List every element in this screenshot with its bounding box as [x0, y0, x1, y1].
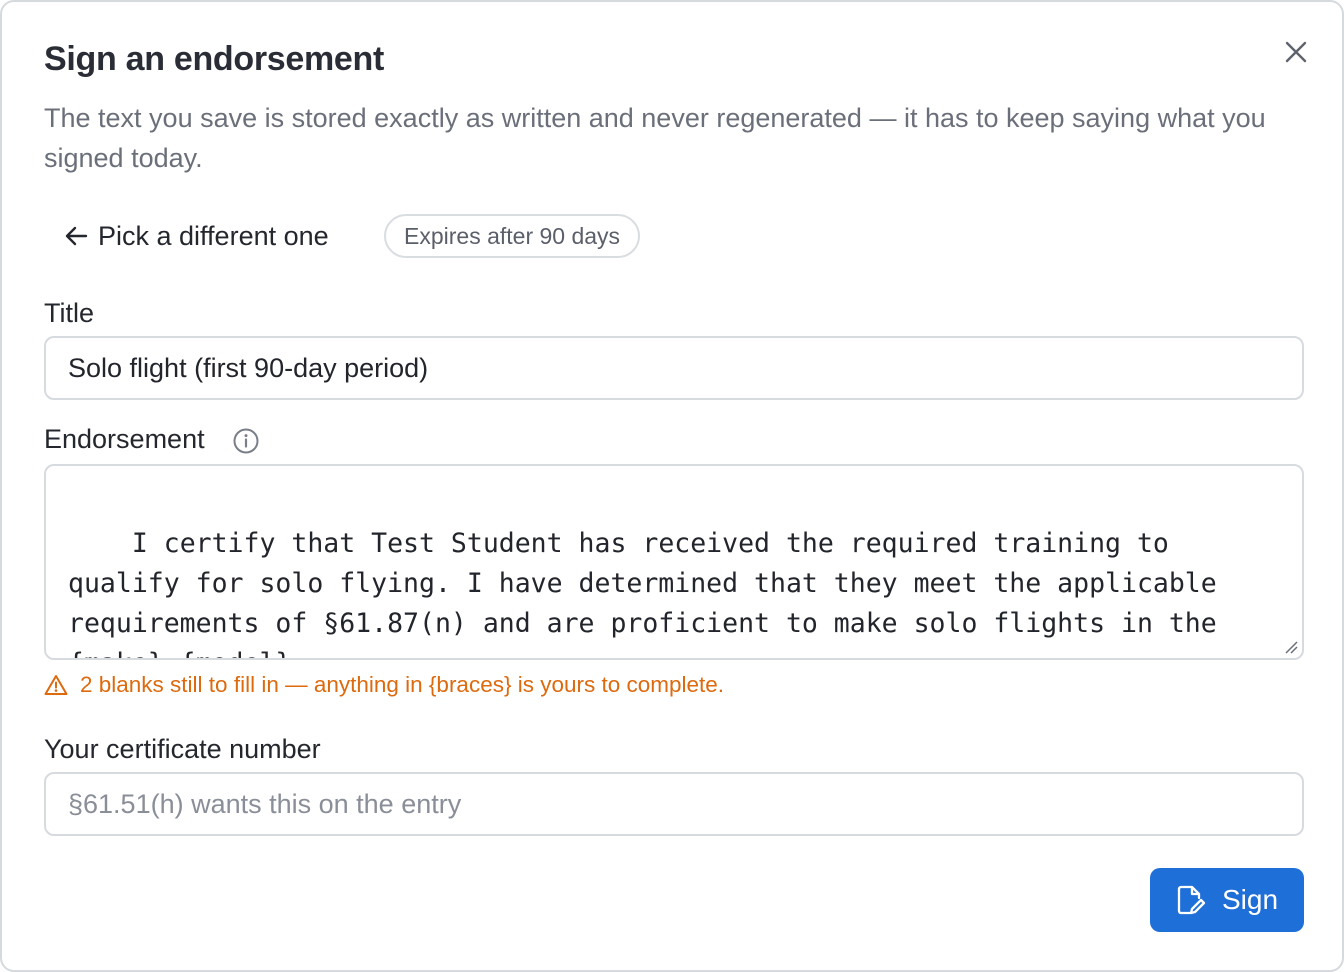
- certificate-number-input[interactable]: §61.51(h) wants this on the entry: [44, 772, 1304, 836]
- sign-button-label: Sign: [1221, 884, 1279, 915]
- endorsement-label: Endorsement: [44, 424, 205, 454]
- warning-icon: [44, 675, 68, 695]
- endorsement-textarea[interactable]: I certify that Test Student has received…: [44, 464, 1304, 660]
- sign-document-icon: [1177, 885, 1206, 915]
- dialog-title: Sign an endorsement: [44, 40, 385, 78]
- warning-text: 2 blanks still to fill in — anything in …: [80, 672, 725, 697]
- dialog-subtitle: The text you save is stored exactly as w…: [44, 103, 1266, 173]
- info-icon[interactable]: [232, 427, 260, 455]
- title-input[interactable]: Solo flight (first 90-day period): [44, 336, 1304, 400]
- certificate-label: Your certificate number: [44, 734, 321, 764]
- certificate-input-placeholder: §61.51(h) wants this on the entry: [68, 788, 462, 819]
- title-input-value: Solo flight (first 90-day period): [68, 352, 429, 383]
- expiry-badge: Expires after 90 days: [384, 214, 641, 258]
- blanks-warning: 2 blanks still to fill in — anything in …: [44, 670, 724, 700]
- back-button[interactable]: Pick a different one: [64, 216, 329, 256]
- endorsement-text: I certify that Test Student has received…: [68, 528, 1217, 658]
- arrow-left-icon: [65, 226, 88, 246]
- back-button-label: Pick a different one: [98, 220, 329, 251]
- sign-endorsement-dialog: Sign an endorsement The text you save is…: [0, 0, 1344, 972]
- resize-grip-icon[interactable]: [1284, 640, 1298, 654]
- title-label: Title: [44, 298, 95, 328]
- close-button[interactable]: [1278, 34, 1314, 70]
- close-icon: [1285, 41, 1307, 63]
- sign-button[interactable]: Sign: [1150, 868, 1304, 932]
